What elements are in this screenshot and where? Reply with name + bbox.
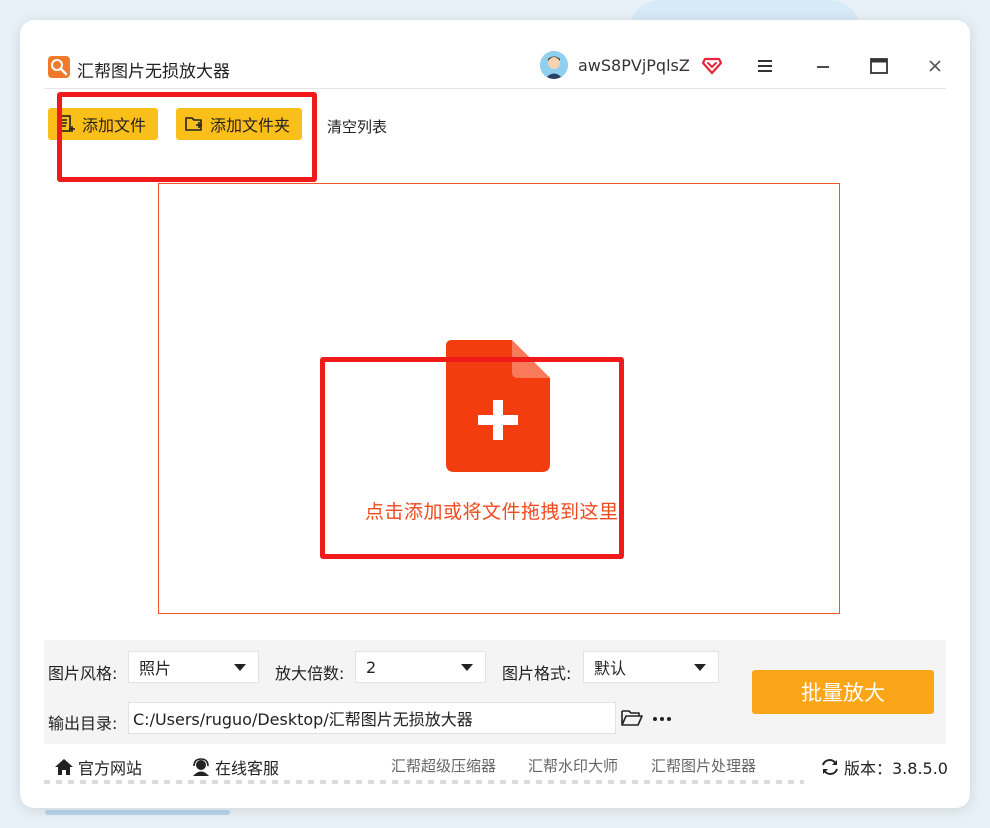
close-icon[interactable] — [925, 56, 945, 76]
online-support-label: 在线客服 — [215, 759, 280, 778]
output-label: 输出目录: — [48, 714, 118, 733]
app-logo-icon — [48, 56, 70, 78]
add-folder-icon — [185, 117, 202, 131]
menu-icon[interactable] — [755, 56, 775, 76]
chevron-down-icon — [234, 664, 246, 671]
more-options-icon[interactable] — [651, 710, 673, 728]
footer-scroll-strip — [44, 780, 804, 784]
add-file-icon — [58, 115, 75, 132]
chevron-down-icon — [694, 664, 706, 671]
footer-app-link-compressor[interactable]: 汇帮超级压缩器 — [391, 755, 496, 776]
scale-value: 2 — [366, 657, 377, 677]
scale-label: 放大倍数: — [275, 664, 345, 683]
online-support-link[interactable]: 在线客服 — [191, 755, 279, 779]
home-icon — [55, 759, 73, 775]
format-label: 图片格式: — [502, 664, 572, 683]
footer-app-link-watermark[interactable]: 汇帮水印大师 — [528, 755, 618, 776]
style-select[interactable]: 照片 — [128, 651, 259, 683]
official-website-label: 官方网站 — [78, 759, 143, 778]
format-value: 默认 — [594, 659, 627, 678]
add-file-large-icon[interactable] — [446, 340, 550, 472]
app-window: 汇帮图片无损放大器 awS8PVjPqlsZ 添加文件 添加文件夹 清空列表 点… — [20, 20, 970, 808]
drop-hint-text: 点击添加或将文件拖拽到这里 — [365, 501, 619, 523]
style-value: 照片 — [139, 659, 172, 678]
app-title: 汇帮图片无损放大器 — [77, 62, 230, 82]
username[interactable]: awS8PVjPqlsZ — [578, 56, 690, 75]
maximize-icon[interactable] — [868, 55, 890, 77]
background-bar — [45, 810, 230, 815]
format-select[interactable]: 默认 — [583, 651, 719, 683]
version-label: 版本：3.8.5.0 — [844, 759, 948, 778]
add-file-label: 添加文件 — [82, 116, 147, 135]
user-avatar[interactable] — [540, 51, 568, 79]
scale-select[interactable]: 2 — [355, 651, 486, 683]
version-info[interactable]: 版本：3.8.5.0 — [820, 755, 948, 779]
folder-open-icon[interactable] — [621, 708, 643, 728]
clear-list-button[interactable]: 清空列表 — [327, 116, 387, 137]
batch-enlarge-button[interactable]: 批量放大 — [752, 670, 934, 714]
style-label: 图片风格: — [48, 664, 118, 683]
official-website-link[interactable]: 官方网站 — [54, 755, 142, 779]
add-folder-label: 添加文件夹 — [210, 116, 291, 135]
headset-icon — [193, 758, 209, 776]
minimize-icon[interactable] — [813, 56, 833, 76]
title-bar: 汇帮图片无损放大器 awS8PVjPqlsZ — [20, 20, 970, 86]
footer-app-link-image-processor[interactable]: 汇帮图片处理器 — [651, 755, 756, 776]
vip-diamond-icon[interactable] — [701, 54, 723, 76]
add-file-button[interactable]: 添加文件 — [48, 108, 158, 140]
footer-bar — [44, 744, 946, 808]
refresh-icon — [822, 759, 838, 775]
chevron-down-icon — [461, 664, 473, 671]
add-folder-button[interactable]: 添加文件夹 — [176, 108, 302, 140]
output-path-field[interactable]: C:/Users/ruguo/Desktop/汇帮图片无损放大器 — [128, 702, 616, 734]
